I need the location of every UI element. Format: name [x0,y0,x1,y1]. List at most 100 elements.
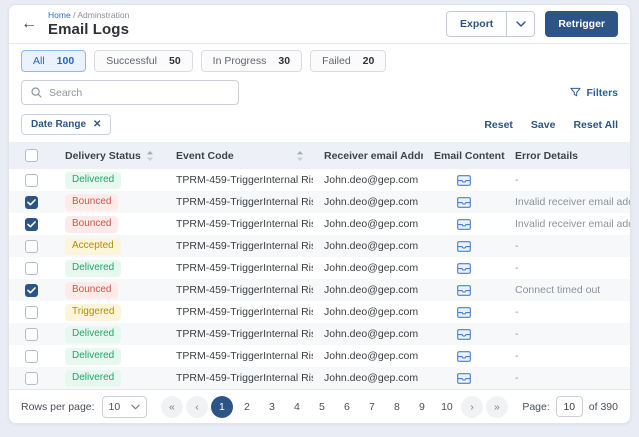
rows-per-page-label: Rows per page: [21,400,95,413]
export-split-button[interactable]: Export [446,11,536,37]
export-dropdown-button[interactable] [507,12,534,36]
last-page-button[interactable]: » [485,395,508,418]
table-row: Triggered TPRM-459-TriggerInternal Riskf… [9,301,630,323]
tab-label: In Progress [212,55,267,67]
email-content-icon[interactable] [457,196,471,208]
email-content-icon[interactable] [457,218,471,230]
error-details-cell: - [515,306,519,318]
page-button-3[interactable]: 3 [261,396,283,418]
row-checkbox[interactable] [24,283,38,297]
status-badge: Delivered [65,369,122,387]
rows-per-page-select[interactable]: 10 [101,395,147,418]
retrigger-button[interactable]: Retrigger [545,11,618,37]
status-badge: Accepted [65,237,121,255]
page-button-4[interactable]: 4 [286,396,308,418]
event-code-cell: TPRM-459-TriggerInternal Riskforminterna [176,328,313,340]
row-checkbox[interactable] [24,371,38,385]
table-row: Delivered TPRM-459-TriggerInternal Riskf… [9,345,630,367]
tab-label: All [33,55,45,67]
save-button[interactable]: Save [531,119,556,131]
tab-count: 30 [278,55,291,67]
row-checkbox[interactable] [24,305,38,319]
page-button-2[interactable]: 2 [236,396,258,418]
next-page-button[interactable]: › [460,395,483,418]
error-details-cell: Invalid receiver email address [515,218,630,230]
reset-all-button[interactable]: Reset All [573,119,618,131]
filters-button[interactable]: Filters [570,87,618,99]
column-header-event-code[interactable]: Event Code [163,150,313,162]
search-input[interactable] [49,86,229,99]
sort-icon[interactable] [296,150,304,161]
receiver-email-cell: John.deo@gep.com [324,196,419,208]
event-code-cell: TPRM-459-TriggerInternal Riskforminterna [176,306,313,318]
chevron-down-icon [130,404,140,410]
page-total-label: of 390 [588,400,618,413]
receiver-email-cell: John.deo@gep.com [324,350,419,362]
page-button-6[interactable]: 6 [336,396,358,418]
email-content-icon[interactable] [457,174,471,186]
column-header-email-content: Email Content [434,149,505,162]
page-button-1[interactable]: 1 [210,395,233,418]
receiver-email-cell: John.deo@gep.com [324,262,419,274]
row-checkbox[interactable] [24,261,38,275]
close-icon[interactable]: ✕ [93,119,101,130]
receiver-email-cell: John.deo@gep.com [324,328,419,340]
column-header-receiver-email[interactable]: Receiver email Address [313,150,423,162]
table-row: Delivered TPRM-459-TriggerInternal Riskf… [9,169,630,191]
page-button-5[interactable]: 5 [311,396,333,418]
status-badge: Bounced [65,193,119,211]
row-checkbox[interactable] [24,239,38,253]
status-badge: Delivered [65,171,122,189]
column-header-delivery-status[interactable]: Delivery Status [53,150,163,162]
status-badge: Bounced [65,281,119,299]
select-all-checkbox[interactable] [24,149,38,162]
column-header-error-details: Error Details [515,149,579,162]
table-row: Delivered TPRM-459-TriggerInternal Riskf… [9,323,630,345]
date-range-chip[interactable]: Date Range ✕ [21,114,112,135]
search-box[interactable] [21,80,239,105]
email-content-icon[interactable] [457,240,471,252]
back-arrow-icon[interactable]: ← [21,16,37,32]
email-content-icon[interactable] [457,306,471,318]
prev-page-button[interactable]: ‹ [185,395,208,418]
email-content-icon[interactable] [457,284,471,296]
email-content-icon[interactable] [457,262,471,274]
page-jump-input[interactable] [555,396,583,417]
first-page-button[interactable]: « [160,395,183,418]
row-checkbox[interactable] [24,349,38,363]
row-checkbox[interactable] [24,195,38,209]
error-details-cell: - [515,262,519,274]
email-content-icon[interactable] [457,328,471,340]
page-button-7[interactable]: 7 [361,396,383,418]
search-row: Filters [9,77,630,110]
row-checkbox[interactable] [24,217,38,231]
row-checkbox[interactable] [24,327,38,341]
event-code-cell: TPRM-459-TriggerInternal Riskforminterna [176,284,313,296]
tab-all[interactable]: All 100 [21,50,87,72]
reset-button[interactable]: Reset [484,119,513,131]
page-button-9[interactable]: 9 [411,396,433,418]
page-button-10[interactable]: 10 [436,396,458,418]
event-code-cell: TPRM-459-TriggerInternal Riskforminterna [176,262,313,274]
event-code-cell: TPRM-459-TriggerInternal Riskforminterna [176,350,313,362]
filter-funnel-icon [570,87,582,98]
breadcrumb-separator: / [73,10,76,20]
sort-icon[interactable] [146,150,154,161]
tab-successful[interactable]: Successful 50 [94,50,193,72]
email-logs-table: Delivery Status Event Code Receiver emai… [9,142,630,389]
receiver-email-cell: John.deo@gep.com [324,306,419,318]
email-content-icon[interactable] [457,372,471,384]
error-details-cell: Connect timed out [515,284,601,296]
tab-in-progress[interactable]: In Progress 30 [200,50,303,72]
tab-failed[interactable]: Failed 20 [310,50,387,72]
row-checkbox[interactable] [24,173,38,187]
receiver-email-cell: John.deo@gep.com [324,284,419,296]
table-footer: Rows per page: 10 « ‹ 1 2 3 4 5 6 7 8 9 … [9,389,630,423]
breadcrumb-section: Adminstration [77,10,130,20]
status-badge: Triggered [65,303,122,321]
export-button[interactable]: Export [447,12,508,36]
tab-label: Successful [106,55,157,67]
breadcrumb-home-link[interactable]: Home [48,10,71,20]
email-content-icon[interactable] [457,350,471,362]
page-button-8[interactable]: 8 [386,396,408,418]
